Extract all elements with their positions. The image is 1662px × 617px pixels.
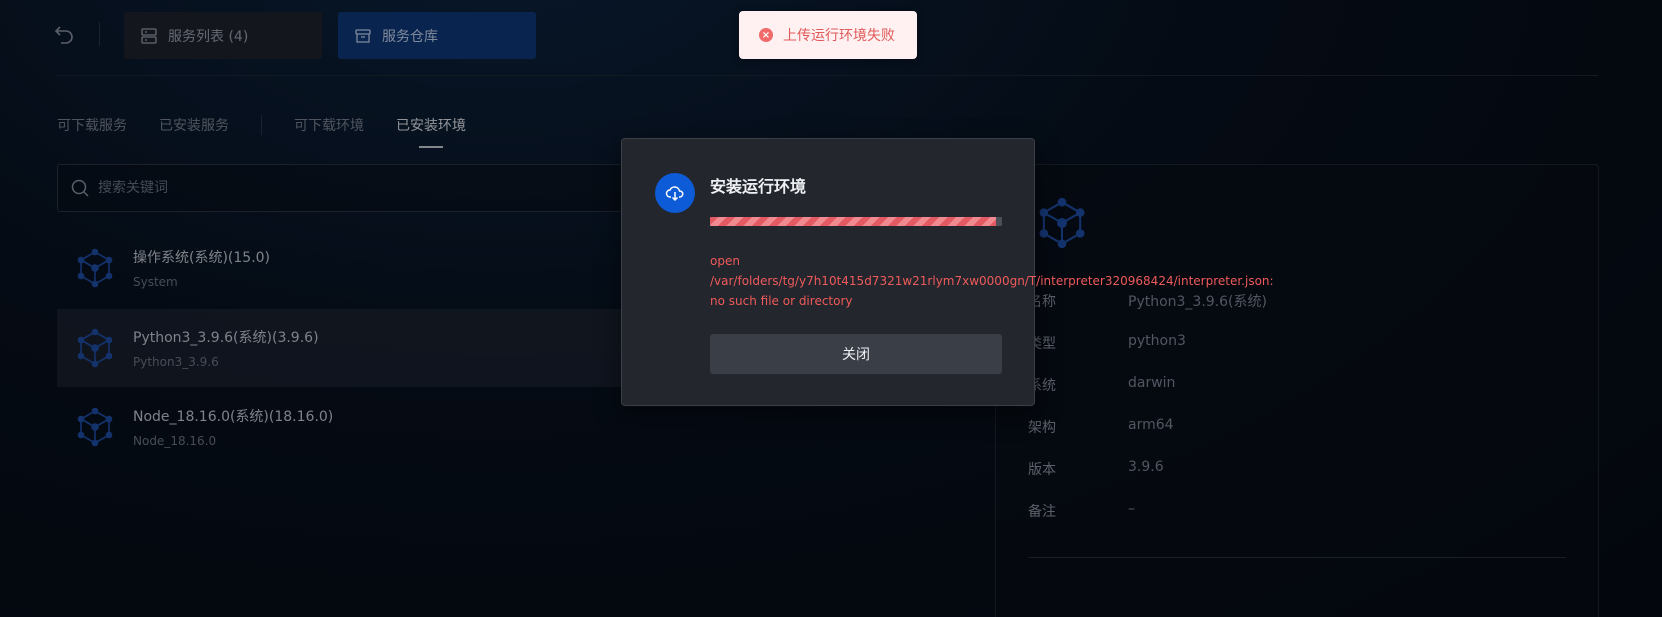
error-line: /var/folders/tg/y7h10t415d7321w21rlym7xw… [710, 274, 1274, 288]
install-environment-dialog: 安装运行环境 open /var/folders/tg/y7h10t415d73… [621, 138, 1274, 406]
error-toast: × 上传运行环境失败 [739, 11, 917, 59]
error-message: open /var/folders/tg/y7h10t415d7321w21rl… [710, 251, 1274, 311]
close-button[interactable]: 关闭 [710, 334, 1002, 374]
dialog-title: 安装运行环境 [710, 177, 807, 196]
install-progress-bar [710, 217, 1002, 226]
error-line: open [710, 254, 740, 268]
error-line: no such file or directory [710, 294, 853, 308]
progress-fill [710, 217, 997, 226]
error-icon: × [759, 28, 773, 42]
page-root: 服务列表 (4) 服务仓库 可下载服务 已安装服务 可下载环境 已安装环境 操作… [0, 0, 1662, 617]
cloud-download-icon [655, 173, 695, 213]
toast-message: 上传运行环境失败 [783, 28, 895, 44]
